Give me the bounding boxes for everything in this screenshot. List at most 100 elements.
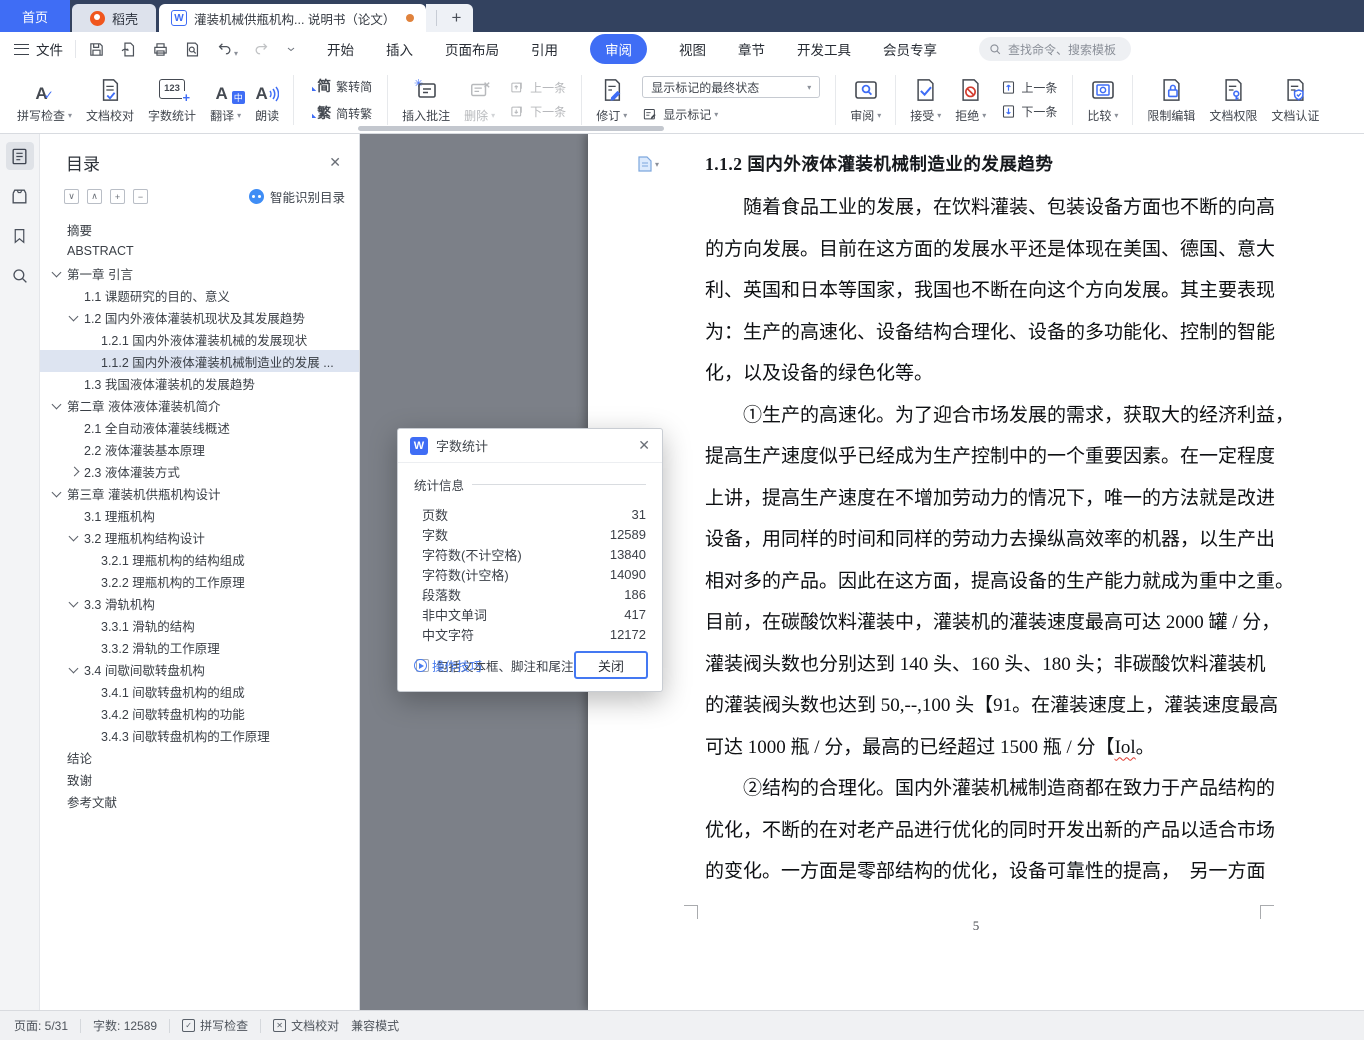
review-button[interactable]: 审阅: [843, 69, 888, 131]
spellcheck-button[interactable]: A ✓ 拼写检查: [10, 69, 79, 131]
toc-item[interactable]: 1.2.1 国内外液体灌装机械的发展现状: [40, 328, 359, 350]
toc-item[interactable]: 3.2.2 理瓶机构的工作原理: [40, 570, 359, 592]
toc-item[interactable]: 3.4.1 间歇转盘机构的组成: [40, 680, 359, 702]
print-preview-icon[interactable]: [184, 41, 201, 58]
chevron-down-icon[interactable]: [68, 664, 84, 674]
zoom-out-button[interactable]: −: [133, 189, 148, 204]
restrict-edit-button[interactable]: 限制编辑: [1140, 69, 1202, 131]
toc-item[interactable]: 1.1.2 国内外液体灌装机械制造业的发展 ...: [40, 350, 359, 372]
toc-item[interactable]: 3.4 间歇间歇转盘机构: [40, 658, 359, 680]
menu-tab-7[interactable]: 开发工具: [797, 39, 851, 59]
wordcount-button[interactable]: 123 + 字数统计: [141, 69, 203, 131]
rail-search-button[interactable]: [6, 262, 34, 290]
rail-bookmark-button[interactable]: [6, 222, 34, 250]
simplified-to-traditional-button[interactable]: 繁 简转繁: [309, 103, 372, 123]
next-change-button[interactable]: 下一条: [1001, 103, 1057, 120]
redo-icon[interactable]: [253, 41, 270, 58]
delete-comment-button[interactable]: 删除: [457, 69, 502, 131]
close-button[interactable]: 关闭: [574, 651, 648, 679]
toc-item[interactable]: 参考文献: [40, 790, 359, 812]
menu-tab-5[interactable]: 视图: [679, 39, 706, 59]
heading-collapse-control[interactable]: ▾: [638, 156, 659, 172]
markup-state-select[interactable]: 显示标记的最终状态 ▾: [642, 76, 821, 98]
print-icon[interactable]: [152, 41, 169, 58]
menu-tab-4[interactable]: 审阅: [590, 34, 648, 64]
toc-item[interactable]: 第三章 灌装机供瓶机构设计: [40, 482, 359, 504]
accept-button[interactable]: 接受: [903, 69, 948, 131]
menu-tab-3[interactable]: 引用: [531, 39, 558, 59]
menu-tab-0[interactable]: 开始: [327, 39, 354, 59]
status-page[interactable]: 页面: 5/31: [14, 1017, 68, 1034]
next-comment-button[interactable]: 下一条: [510, 103, 566, 120]
toc-item[interactable]: 3.4.2 间歇转盘机构的功能: [40, 702, 359, 724]
reject-button[interactable]: 拒绝: [948, 69, 993, 131]
toc-item[interactable]: 结论: [40, 746, 359, 768]
toc-item[interactable]: 3.2 理瓶机构结构设计: [40, 526, 359, 548]
collapse-all-button[interactable]: ∨: [64, 189, 79, 204]
ribbon-scrollbar[interactable]: [358, 126, 664, 131]
toc-item[interactable]: 3.3 滑轨机构: [40, 592, 359, 614]
chevron-down-icon[interactable]: [51, 488, 67, 498]
prev-comment-button[interactable]: 上一条: [510, 79, 566, 96]
command-search[interactable]: 查找命令、搜索模板: [979, 37, 1132, 61]
show-markup-button[interactable]: 显示标记: [642, 106, 820, 123]
menu-file[interactable]: 文件: [36, 39, 63, 59]
toc-item[interactable]: 第一章 引言: [40, 262, 359, 284]
more-chevron-icon[interactable]: [285, 43, 297, 55]
close-icon[interactable]: ✕: [638, 437, 650, 454]
toc-item[interactable]: 3.3.2 滑轨的工作原理: [40, 636, 359, 658]
insert-comment-button[interactable]: ✳ 插入批注: [395, 69, 457, 131]
toc-item[interactable]: 3.1 理瓶机构: [40, 504, 359, 526]
toc-item[interactable]: 3.4.3 间歇转盘机构的工作原理: [40, 724, 359, 746]
toc-item[interactable]: 1.3 我国液体灌装机的发展趋势: [40, 372, 359, 394]
rail-tasks-button[interactable]: [6, 182, 34, 210]
toc-item[interactable]: 3.2.1 理瓶机构的结构组成: [40, 548, 359, 570]
track-changes-button[interactable]: 修订: [589, 69, 634, 131]
close-icon[interactable]: ✕: [329, 154, 341, 171]
toc-item[interactable]: 第二章 液体液体灌装机简介: [40, 394, 359, 416]
status-wordcount[interactable]: 字数: 12589: [93, 1017, 157, 1034]
toc-item[interactable]: 1.1 课题研究的目的、意义: [40, 284, 359, 306]
chevron-down-icon[interactable]: [68, 598, 84, 608]
chevron-down-icon[interactable]: [51, 400, 67, 410]
chevron-down-icon[interactable]: [51, 268, 67, 278]
chevron-down-icon[interactable]: [68, 312, 84, 322]
compare-button[interactable]: 比较: [1080, 69, 1125, 131]
menu-tab-1[interactable]: 插入: [386, 39, 413, 59]
read-aloud-button[interactable]: A 朗读: [248, 69, 286, 131]
export-icon[interactable]: [120, 41, 137, 58]
toc-item[interactable]: 2.3 液体灌装方式: [40, 460, 359, 482]
menu-tab-6[interactable]: 章节: [738, 39, 765, 59]
toc-item[interactable]: 1.2 国内外液体灌装机现状及其发展趋势: [40, 306, 359, 328]
dialog-titlebar[interactable]: W 字数统计 ✕: [398, 429, 662, 463]
hamburger-icon[interactable]: [14, 43, 29, 55]
toc-item[interactable]: 2.2 液体灌装基本原理: [40, 438, 359, 460]
proofread-button[interactable]: 文档校对: [79, 69, 141, 131]
document-page[interactable]: ▾ 1.1.2 国内外液体灌装机械制造业的发展趋势 随着食品工业的发展，在饮料灌…: [588, 134, 1364, 1010]
status-proofread[interactable]: ✕ 文档校对: [273, 1017, 339, 1034]
tab-document[interactable]: W 灌装机械供瓶机构... 说明书（论文）: [159, 4, 427, 32]
undo-button[interactable]: ▾: [216, 41, 238, 58]
tab-docer[interactable]: 稻壳: [72, 4, 157, 32]
toc-item[interactable]: ABSTRACT: [40, 240, 359, 262]
rail-outline-button[interactable]: [5, 142, 34, 170]
tab-home[interactable]: 首页: [0, 0, 70, 32]
menu-tab-8[interactable]: 会员专享: [883, 39, 937, 59]
doc-auth-button[interactable]: 文档认证: [1264, 69, 1326, 131]
menu-tab-2[interactable]: 页面布局: [445, 39, 499, 59]
prev-change-button[interactable]: 上一条: [1001, 79, 1057, 96]
chevron-down-icon[interactable]: [68, 532, 84, 542]
traditional-to-simplified-button[interactable]: 简 繁转简: [309, 76, 372, 96]
zoom-in-button[interactable]: +: [110, 189, 125, 204]
translate-button[interactable]: A中 翻译: [203, 69, 248, 131]
toc-item[interactable]: 致谢: [40, 768, 359, 790]
toc-item[interactable]: 3.3.1 滑轨的结构: [40, 614, 359, 636]
expand-all-button[interactable]: ∧: [87, 189, 102, 204]
smart-toc-button[interactable]: 智能识别目录: [248, 187, 345, 206]
tips-link[interactable]: 操作技巧: [414, 656, 482, 675]
new-tab-button[interactable]: +: [443, 7, 469, 29]
chevron-right-icon[interactable]: [68, 466, 84, 476]
status-spellcheck[interactable]: ✓ 拼写检查: [182, 1017, 248, 1034]
doc-permission-button[interactable]: 文档权限: [1202, 69, 1264, 131]
save-icon[interactable]: [88, 41, 105, 58]
